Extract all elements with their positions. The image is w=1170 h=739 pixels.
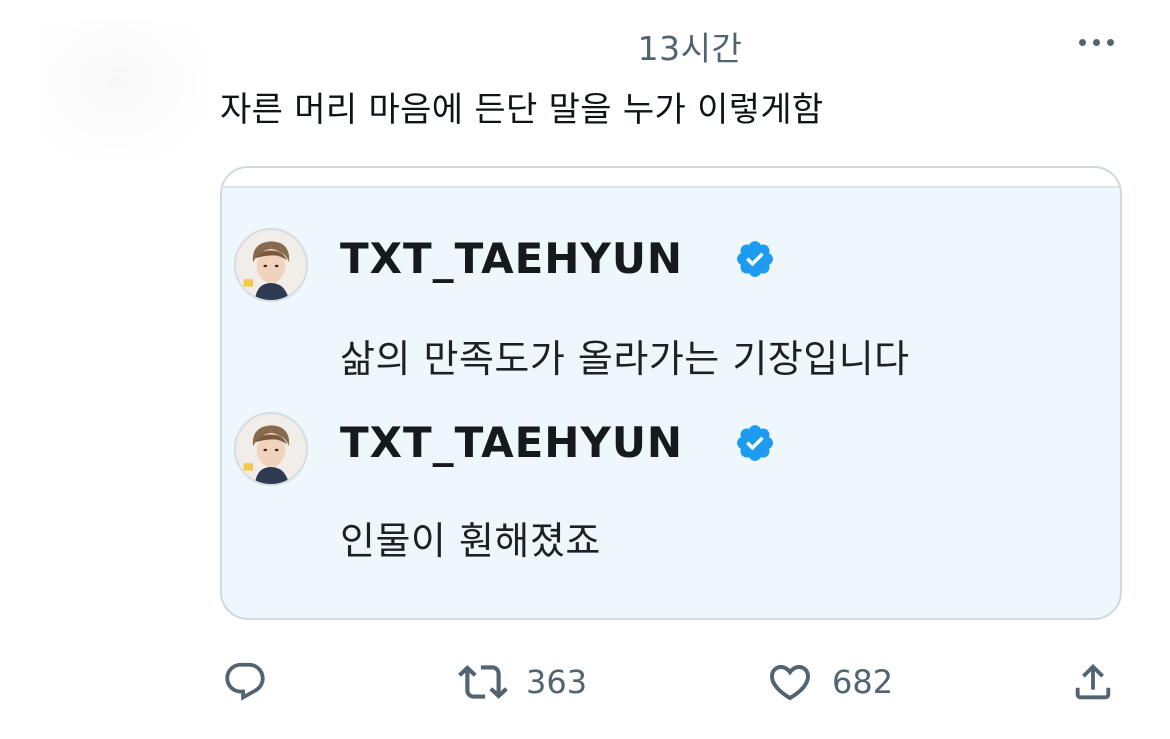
retweet-button[interactable]: 363 bbox=[458, 650, 587, 714]
more-dot-icon bbox=[1092, 38, 1100, 46]
attached-image[interactable]: TXT_TAEHYUN 삶의 만족도가 올라가는 기장입니다 TXT_TAEHY… bbox=[220, 166, 1122, 620]
verified-badge-icon bbox=[734, 238, 776, 280]
quoted-username: TXT_TAEHYUN bbox=[340, 418, 684, 467]
reply-button[interactable] bbox=[222, 650, 268, 714]
more-options-button[interactable] bbox=[1066, 20, 1126, 64]
more-dot-icon bbox=[1106, 38, 1114, 46]
share-button[interactable] bbox=[1070, 650, 1116, 714]
tweet-action-bar: 363 682 bbox=[0, 650, 1170, 720]
quoted-post-text: 인물이 훤해졌죠 bbox=[340, 519, 601, 563]
quoted-post-text: 삶의 만족도가 올라가는 기장입니다 bbox=[340, 337, 910, 381]
heart-icon bbox=[769, 665, 811, 701]
like-count: 682 bbox=[832, 663, 894, 701]
verified-badge-icon bbox=[734, 422, 776, 464]
like-button[interactable]: 682 bbox=[766, 650, 893, 714]
quoted-username: TXT_TAEHYUN bbox=[340, 234, 684, 283]
tweet-timestamp[interactable]: 13시간 bbox=[590, 22, 790, 70]
quoted-user-avatar bbox=[234, 228, 308, 302]
quoted-user-avatar bbox=[234, 412, 308, 486]
more-dot-icon bbox=[1078, 38, 1086, 46]
reply-icon bbox=[225, 662, 265, 701]
tweet-text: 자른 머리 마음에 든단 말을 누가 이렇게함 bbox=[220, 90, 824, 130]
author-avatar-placeholder[interactable] bbox=[40, 20, 210, 160]
retweet-icon bbox=[458, 665, 508, 699]
image-top-band bbox=[222, 168, 1120, 188]
retweet-count: 363 bbox=[526, 663, 588, 701]
share-icon bbox=[1075, 663, 1111, 700]
